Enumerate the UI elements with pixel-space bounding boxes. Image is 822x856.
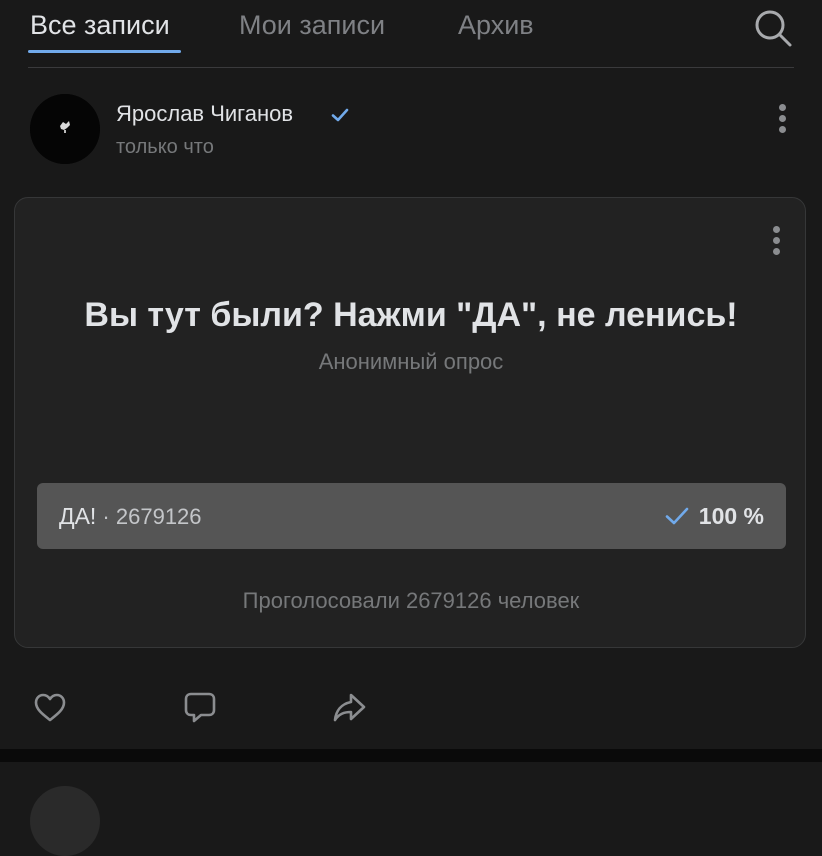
search-button[interactable] bbox=[752, 8, 794, 50]
post-menu-button[interactable] bbox=[772, 100, 794, 136]
post-separator bbox=[0, 749, 822, 762]
like-button[interactable] bbox=[32, 690, 68, 726]
avatar-image bbox=[30, 94, 100, 164]
next-post-avatar[interactable] bbox=[30, 786, 100, 856]
comment-icon bbox=[184, 692, 216, 723]
poll-option-votes: 2679126 bbox=[115, 504, 202, 529]
heart-icon bbox=[34, 693, 66, 722]
poll-total-votes: Проголосовали 2679126 человек bbox=[242, 588, 580, 613]
tabs-divider bbox=[28, 67, 794, 68]
poll-option-label: ДА! bbox=[59, 503, 97, 529]
poll-title: Вы тут были? Нажми "ДА", не ленись! bbox=[84, 296, 738, 334]
share-button[interactable] bbox=[331, 690, 367, 726]
comment-button[interactable] bbox=[182, 690, 218, 726]
share-icon bbox=[333, 693, 366, 722]
verified-check-icon bbox=[329, 104, 351, 126]
post-timestamp: только что bbox=[116, 136, 214, 158]
author-name[interactable]: Ярослав Чиганов bbox=[116, 100, 293, 128]
poll-type-label: Анонимный опрос bbox=[318, 349, 504, 374]
tab-bar: Все записи Мои записи Архив bbox=[0, 0, 822, 68]
poll-option[interactable]: ДА! · 2679126 100 % bbox=[37, 483, 786, 549]
author-avatar[interactable] bbox=[30, 94, 100, 164]
tab-my-posts[interactable]: Мои записи bbox=[239, 8, 385, 42]
poll-menu-button[interactable] bbox=[766, 222, 786, 258]
poll-option-text: ДА! · 2679126 bbox=[59, 502, 202, 531]
tab-archive[interactable]: Архив bbox=[458, 8, 534, 42]
poll-card: Вы тут были? Нажми "ДА", не ленись! Анон… bbox=[14, 197, 806, 648]
poll-option-percent: 100 % bbox=[698, 503, 764, 529]
tab-all-posts[interactable]: Все записи bbox=[30, 8, 170, 42]
selected-check-icon bbox=[664, 503, 690, 529]
poll-option-separator: · bbox=[96, 504, 116, 529]
active-tab-indicator bbox=[28, 50, 181, 53]
search-icon bbox=[755, 10, 792, 47]
